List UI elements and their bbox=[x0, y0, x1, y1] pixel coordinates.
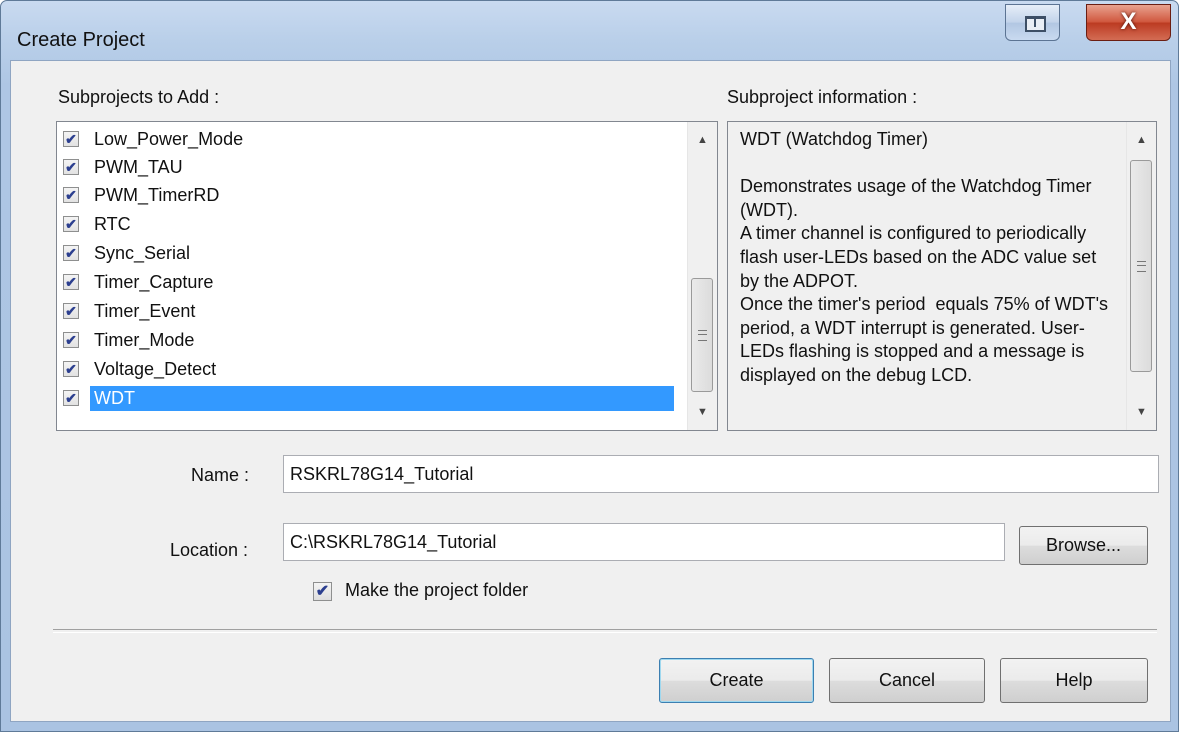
scroll-up-icon[interactable]: ▲ bbox=[1127, 126, 1156, 154]
list-item[interactable]: ✔ Low_Power_Mode bbox=[57, 125, 680, 154]
location-label: Location : bbox=[170, 540, 249, 560]
list-item-label: Low_Power_Mode bbox=[94, 129, 244, 149]
list-item-selected[interactable]: ✔ WDT bbox=[57, 384, 680, 413]
separator bbox=[53, 629, 1157, 633]
list-item-label: Timer_Event bbox=[94, 301, 196, 321]
list-item-label: PWM_TimerRD bbox=[94, 185, 220, 205]
window-title: Create Project bbox=[17, 29, 145, 51]
create-project-window: Create Project X Subprojects to Add : Su… bbox=[0, 0, 1179, 732]
create-button[interactable]: Create bbox=[659, 658, 814, 703]
item-checkbox[interactable]: ✔ bbox=[63, 361, 79, 377]
item-checkbox[interactable]: ✔ bbox=[63, 332, 79, 348]
item-checkbox[interactable]: ✔ bbox=[63, 159, 79, 175]
list-item-label: Voltage_Detect bbox=[94, 359, 217, 379]
list-item[interactable]: ✔ PWM_TAU bbox=[57, 153, 680, 182]
grip-icon bbox=[698, 330, 707, 341]
scroll-down-icon[interactable]: ▼ bbox=[1127, 398, 1156, 426]
location-field[interactable] bbox=[283, 523, 1005, 561]
list-scroll-thumb[interactable] bbox=[691, 278, 713, 392]
list-item-label: Sync_Serial bbox=[94, 243, 191, 263]
list-item[interactable]: ✔ PWM_TimerRD bbox=[57, 181, 680, 210]
scroll-up-icon[interactable]: ▲ bbox=[688, 126, 717, 154]
list-item[interactable]: ✔ Timer_Mode bbox=[57, 326, 680, 355]
list-item[interactable]: ✔ RTC bbox=[57, 210, 680, 239]
list-item[interactable]: ✔ Voltage_Detect bbox=[57, 355, 680, 384]
help-button[interactable]: Help bbox=[1000, 658, 1148, 703]
list-scrollbar[interactable]: ▲ ▼ bbox=[687, 122, 717, 430]
list-item[interactable]: ✔ Sync_Serial bbox=[57, 239, 680, 268]
info-scroll-thumb[interactable] bbox=[1130, 160, 1152, 372]
item-checkbox[interactable]: ✔ bbox=[63, 131, 79, 147]
list-item[interactable]: ✔ Timer_Event bbox=[57, 297, 680, 326]
list-item-label: Timer_Capture bbox=[94, 272, 214, 292]
scroll-down-icon[interactable]: ▼ bbox=[688, 398, 717, 426]
name-label: Name : bbox=[191, 465, 250, 485]
make-folder-label: Make the project folder bbox=[345, 580, 529, 600]
restore-icon bbox=[1025, 16, 1046, 32]
list-item-label: WDT bbox=[90, 386, 674, 411]
list-item-label: Timer_Mode bbox=[94, 330, 195, 350]
name-field[interactable] bbox=[283, 455, 1159, 493]
item-checkbox[interactable]: ✔ bbox=[63, 274, 79, 290]
info-scrollbar[interactable]: ▲ ▼ bbox=[1126, 122, 1156, 430]
browse-button[interactable]: Browse... bbox=[1019, 526, 1148, 565]
grip-icon bbox=[1137, 261, 1146, 272]
dialog-body: Subprojects to Add : Subproject informat… bbox=[10, 60, 1171, 722]
item-checkbox[interactable]: ✔ bbox=[63, 216, 79, 232]
list-item-label: PWM_TAU bbox=[94, 157, 183, 177]
cancel-button[interactable]: Cancel bbox=[829, 658, 985, 703]
item-checkbox[interactable]: ✔ bbox=[63, 390, 79, 406]
subproject-info-label: Subproject information : bbox=[727, 87, 918, 107]
check-icon: ✔ bbox=[315, 583, 330, 600]
list-item-label: RTC bbox=[94, 214, 131, 234]
subprojects-label: Subprojects to Add : bbox=[58, 87, 220, 107]
restore-button[interactable] bbox=[1005, 4, 1060, 41]
subproject-info-box[interactable]: WDT (Watchdog Timer) Demonstrates usage … bbox=[727, 121, 1157, 431]
subprojects-list[interactable]: ✔ Low_Power_Mode ✔ PWM_TAU ✔ PWM_TimerRD… bbox=[56, 121, 718, 431]
subproject-info-text: WDT (Watchdog Timer) Demonstrates usage … bbox=[740, 129, 1109, 385]
item-checkbox[interactable]: ✔ bbox=[63, 245, 79, 261]
close-button[interactable]: X bbox=[1086, 4, 1171, 41]
item-checkbox[interactable]: ✔ bbox=[63, 187, 79, 203]
make-folder-checkbox[interactable]: ✔ bbox=[313, 582, 332, 601]
item-checkbox[interactable]: ✔ bbox=[63, 303, 79, 319]
list-item[interactable]: ✔ Timer_Capture bbox=[57, 268, 680, 297]
